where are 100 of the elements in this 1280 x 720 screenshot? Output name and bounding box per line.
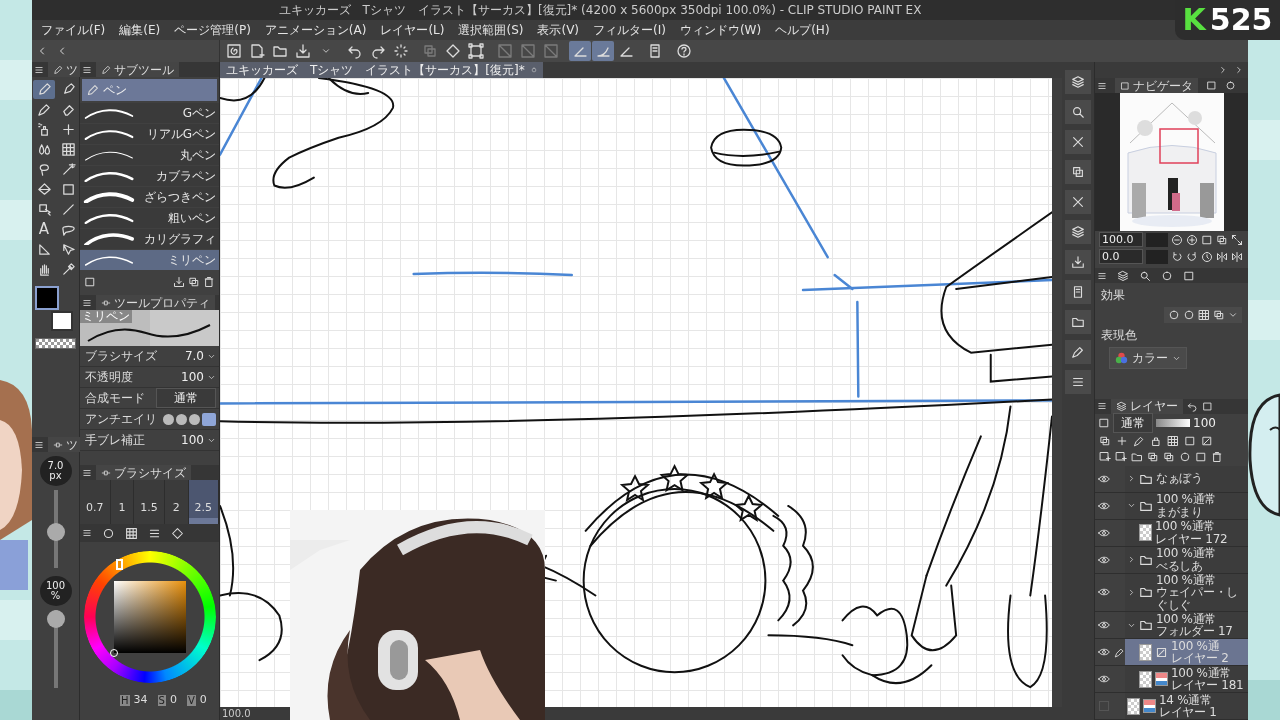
- checkbox-icon[interactable]: [84, 276, 96, 288]
- pencil-icon[interactable]: [1071, 345, 1085, 359]
- saturation-value-square[interactable]: [113, 581, 186, 653]
- reference-icon[interactable]: [1116, 434, 1128, 447]
- layer-row[interactable]: 100 %通 レイヤー 2: [1125, 639, 1248, 665]
- color-wheel-tab-icon[interactable]: [102, 526, 115, 540]
- layer-row[interactable]: 100 %通常 レイヤー 181: [1125, 666, 1248, 692]
- zoom-in-icon[interactable]: [1186, 233, 1198, 246]
- caret-icon[interactable]: [321, 46, 331, 56]
- copy-icon[interactable]: [1213, 309, 1225, 321]
- document-tab[interactable]: ユキッカーズ Tシャツ イラスト【サーカス】[復元]*: [220, 62, 543, 78]
- layer-property-tab-icon[interactable]: [1117, 269, 1129, 282]
- antialias-option[interactable]: [163, 413, 174, 425]
- new-vector-layer-icon[interactable]: [1115, 451, 1127, 463]
- property-value[interactable]: 100: [181, 431, 204, 449]
- transparent-color-swatch[interactable]: [35, 338, 76, 349]
- copy-icon[interactable]: [188, 276, 200, 288]
- brush-size-preset[interactable]: 1: [110, 480, 135, 524]
- subtool-item[interactable]: リアルGペン: [80, 124, 219, 144]
- loading-icon[interactable]: [393, 43, 409, 59]
- sub-color-swatch[interactable]: [51, 311, 73, 331]
- menu-icon[interactable]: [34, 439, 44, 450]
- color-mode-dropdown[interactable]: カラー: [1109, 347, 1187, 369]
- menu-icon[interactable]: [1097, 270, 1107, 281]
- effect-buttons[interactable]: [1164, 307, 1242, 323]
- menu-item[interactable]: ファイル(F): [34, 21, 113, 39]
- expand-caret-icon[interactable]: [1127, 555, 1136, 564]
- menu-item[interactable]: 編集(E): [112, 21, 168, 39]
- expand-caret-icon[interactable]: [1127, 587, 1136, 597]
- expand-icon[interactable]: [1231, 233, 1243, 246]
- subtool-item[interactable]: 丸ペン: [80, 145, 219, 165]
- opacity-value[interactable]: 100: [1193, 414, 1216, 432]
- subtool-item[interactable]: 粗いペン: [80, 208, 219, 228]
- copy-icon[interactable]: [1071, 165, 1085, 179]
- screen-tab-icon[interactable]: [1206, 80, 1217, 91]
- property-value[interactable]: 100: [181, 368, 204, 386]
- main-color-swatch[interactable]: [35, 286, 59, 310]
- slider-handle[interactable]: [46, 523, 65, 541]
- subtool-item[interactable]: ざらつきペン: [80, 187, 219, 207]
- new-folder-icon[interactable]: [1131, 451, 1143, 463]
- panel-tab[interactable]: レイヤー: [1111, 398, 1183, 414]
- new-file-icon[interactable]: [249, 43, 265, 59]
- mask-lock-icon[interactable]: [1167, 434, 1179, 447]
- eye-icon[interactable]: [1098, 673, 1110, 685]
- export-icon[interactable]: [1071, 255, 1085, 269]
- panel-tab[interactable]: ツールプロパティ: [96, 295, 215, 310]
- text-tool[interactable]: A: [33, 220, 55, 239]
- circle-tab-icon[interactable]: [1161, 269, 1173, 282]
- fit-icon[interactable]: [1216, 233, 1228, 246]
- download-icon[interactable]: [173, 276, 185, 288]
- undo-tab-icon[interactable]: [1187, 400, 1198, 412]
- swirl-icon[interactable]: [226, 43, 242, 59]
- layer-color-icon[interactable]: [1184, 434, 1196, 447]
- subtool-item[interactable]: カブラペン: [80, 166, 219, 186]
- layer-row[interactable]: 100 %通常 まがまり: [1125, 492, 1248, 519]
- antialias-option[interactable]: [202, 412, 216, 426]
- folder-icon[interactable]: [1071, 315, 1085, 329]
- close-icon[interactable]: [1071, 135, 1085, 149]
- collapse-caret-icon[interactable]: [1127, 501, 1136, 510]
- menu-icon[interactable]: [34, 64, 44, 75]
- menu-icon[interactable]: [82, 467, 92, 478]
- checker-icon[interactable]: [1198, 309, 1210, 321]
- blend-mode-dropdown[interactable]: 通常: [1113, 413, 1153, 433]
- subtool-group-tab[interactable]: ペン: [82, 79, 217, 101]
- clip-icon[interactable]: [1099, 434, 1111, 447]
- pen-tool[interactable]: [33, 80, 55, 99]
- menu-icon[interactable]: [1097, 80, 1107, 91]
- hue-handle[interactable]: [115, 559, 123, 570]
- brush-size-preset[interactable]: 1.5: [134, 480, 165, 524]
- new-raster-layer-icon[interactable]: [1099, 451, 1111, 463]
- menu-item[interactable]: ウィンドウ(W): [672, 21, 769, 39]
- flip-icon[interactable]: [1216, 250, 1228, 263]
- panel-tab[interactable]: ブラシサイズ: [96, 465, 191, 480]
- expand-caret-icon[interactable]: [1127, 474, 1136, 483]
- eye-icon[interactable]: [1098, 646, 1110, 658]
- layer-icon[interactable]: [1071, 75, 1085, 89]
- layer-row[interactable]: 100 %通常 ウェイパー・しぐしぐ: [1125, 573, 1248, 611]
- fill-icon[interactable]: [445, 43, 461, 59]
- brush-size-preset[interactable]: 2.5: [188, 480, 219, 524]
- menu-icon[interactable]: [82, 297, 92, 308]
- export-icon[interactable]: [295, 43, 311, 59]
- layer-icon[interactable]: [1071, 225, 1085, 239]
- slider-track[interactable]: [1146, 249, 1168, 264]
- scrollbar[interactable]: [1052, 78, 1062, 707]
- layer-row[interactable]: 14 %通常 レイヤー 1: [1125, 693, 1248, 719]
- search-icon[interactable]: [1071, 105, 1085, 119]
- menu-item[interactable]: レイヤー(L): [373, 21, 452, 39]
- menu-item[interactable]: アニメーション(A): [257, 21, 374, 39]
- antialias-option[interactable]: [176, 413, 187, 425]
- device-icon[interactable]: [647, 43, 663, 59]
- help-icon[interactable]: [676, 43, 692, 59]
- blend-mode-dropdown[interactable]: 通常: [156, 388, 216, 408]
- color-set-tab-icon[interactable]: [125, 526, 138, 540]
- eye-icon[interactable]: [1098, 619, 1110, 631]
- zoom-field[interactable]: 100.0: [1099, 232, 1143, 247]
- trash-icon[interactable]: [1211, 451, 1223, 463]
- close-icon[interactable]: [1071, 195, 1085, 209]
- mask-icon[interactable]: [1179, 451, 1191, 463]
- folder-icon[interactable]: [272, 43, 288, 59]
- menu-icon[interactable]: [82, 64, 92, 75]
